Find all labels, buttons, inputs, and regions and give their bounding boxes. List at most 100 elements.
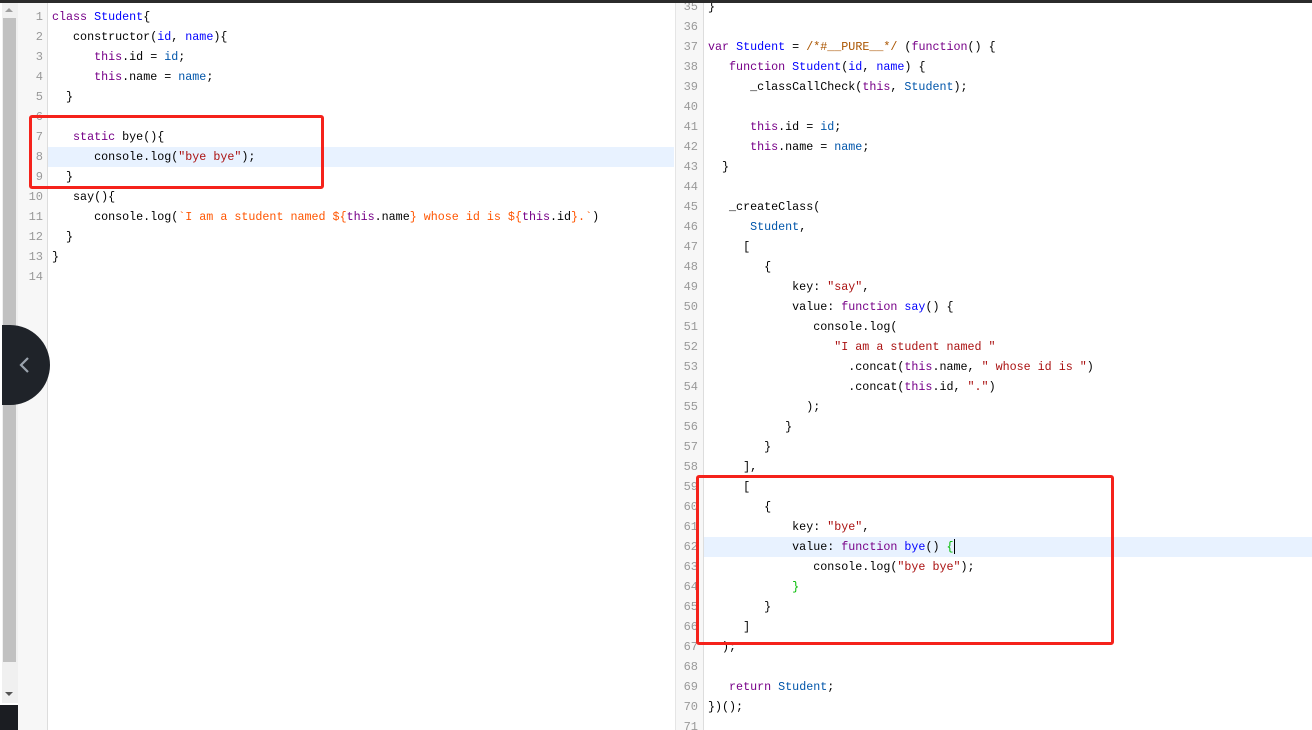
code-token: key: (708, 280, 828, 294)
code-token: function (729, 60, 786, 74)
code-token: ) (1086, 360, 1094, 374)
code-token: this (521, 210, 550, 224)
code-line[interactable]: 51 console.log( (676, 317, 1312, 337)
code-token: Student (94, 10, 144, 24)
code-line[interactable]: 48 { (676, 257, 1312, 277)
code-line[interactable]: 70})(); (676, 697, 1312, 717)
code-token: this (862, 80, 891, 94)
line-number: 55 (683, 400, 698, 414)
code-text: .concat(this.name, " whose id is ") (708, 357, 1094, 377)
code-line[interactable]: 5 } (0, 87, 674, 107)
code-line[interactable]: 13} (0, 247, 674, 267)
code-line[interactable]: 71 (676, 717, 1312, 730)
code-token: say(){ (52, 190, 116, 204)
line-number: 12 (28, 230, 43, 244)
code-line[interactable]: 37 var Student = /*#__PURE__*/ (function(… (676, 37, 1312, 57)
line-number: 61 (683, 520, 698, 534)
code-text: return Student; (708, 677, 834, 697)
scroll-up-arrow-icon[interactable] (5, 8, 13, 12)
code-line[interactable]: 50 value: function say() { (676, 297, 1312, 317)
line-number: 10 (28, 190, 43, 204)
code-text: value: function say() { (708, 297, 953, 317)
code-line[interactable]: 11 console.log(`I am a student named ${t… (0, 207, 674, 227)
code-line[interactable]: 2 constructor(id, name){ (0, 27, 674, 47)
code-line[interactable]: 36 (676, 17, 1312, 37)
code-line[interactable]: 35} (676, 3, 1312, 17)
left-code-editor[interactable]: 1 class Student{2 constructor(id, name){3… (0, 3, 674, 730)
line-number: 13 (28, 250, 43, 264)
code-line[interactable]: 38 function Student(id, name) { (676, 57, 1312, 77)
line-number: 5 (35, 90, 43, 104)
code-token: .concat( (708, 360, 905, 374)
code-token: function (911, 40, 968, 54)
code-token: ; (862, 140, 870, 154)
code-line[interactable]: 1 class Student{ (0, 7, 674, 27)
line-number: 48 (683, 260, 698, 274)
code-token: `I am a student named ${ (178, 210, 347, 224)
code-token: .id (550, 210, 572, 224)
code-token: } whose id is ${ (409, 210, 522, 224)
code-token: , (890, 80, 905, 94)
code-line[interactable]: 58 ], (676, 457, 1312, 477)
code-line[interactable]: 44 (676, 177, 1312, 197)
scroll-down-arrow-icon[interactable] (5, 692, 13, 696)
code-token: .name (374, 210, 410, 224)
code-text: } (52, 87, 73, 107)
code-line[interactable]: 55 ); (676, 397, 1312, 417)
code-text: Student, (708, 217, 806, 237)
code-line[interactable]: 53 .concat(this.name, " whose id is ") (676, 357, 1312, 377)
code-line[interactable]: 43 } (676, 157, 1312, 177)
code-text: } (708, 437, 771, 457)
code-token: ) (592, 210, 600, 224)
line-number: 37 (683, 40, 698, 54)
code-token: constructor( (52, 30, 158, 44)
code-line[interactable]: 42 this.name = name; (676, 137, 1312, 157)
code-text: var Student = /*#__PURE__*/ (function() … (708, 37, 996, 57)
code-line[interactable]: 40 (676, 97, 1312, 117)
code-token: var (708, 40, 730, 54)
code-line[interactable]: 54 .concat(this.id, ".") (676, 377, 1312, 397)
code-token: say (904, 300, 926, 314)
code-token: " whose id is " (981, 360, 1087, 374)
code-line[interactable]: 68 (676, 657, 1312, 677)
code-token: [ (708, 240, 751, 254)
code-line[interactable]: 46 Student, (676, 217, 1312, 237)
code-text: [ (708, 237, 750, 257)
code-line[interactable]: 57 } (676, 437, 1312, 457)
code-line[interactable]: 56 } (676, 417, 1312, 437)
code-text: } (52, 247, 59, 267)
code-token: console.log( (708, 320, 898, 334)
code-token: console.log( (52, 210, 179, 224)
code-line[interactable]: 12 } (0, 227, 674, 247)
code-line[interactable]: 10 say(){ (0, 187, 674, 207)
code-token: , (171, 30, 186, 44)
line-number: 47 (683, 240, 698, 254)
code-token: Student (904, 80, 954, 94)
line-number: 39 (683, 80, 698, 94)
code-line[interactable]: 45 _createClass( (676, 197, 1312, 217)
code-line[interactable]: 14 (0, 267, 674, 287)
code-token: id (157, 30, 172, 44)
code-line[interactable]: 39 _classCallCheck(this, Student); (676, 77, 1312, 97)
code-line[interactable]: 69 return Student; (676, 677, 1312, 697)
code-token: this (94, 70, 123, 84)
line-number: 14 (28, 270, 43, 284)
code-text: .concat(this.id, ".") (708, 377, 995, 397)
corner-block (0, 705, 18, 730)
code-token: , (862, 60, 877, 74)
code-line[interactable]: 4 this.name = name; (0, 67, 674, 87)
line-number: 60 (683, 500, 698, 514)
code-line[interactable]: 41 this.id = id; (676, 117, 1312, 137)
line-number: 41 (683, 120, 698, 134)
line-number: 42 (683, 140, 698, 154)
line-number: 2 (35, 30, 43, 44)
code-line[interactable]: 3 this.id = id; (0, 47, 674, 67)
code-token: } (52, 250, 60, 264)
code-line[interactable]: 47 [ (676, 237, 1312, 257)
line-number: 54 (683, 380, 698, 394)
code-token: })(); (708, 700, 744, 714)
code-token: name (834, 140, 863, 154)
code-line[interactable]: 52 "I am a student named " (676, 337, 1312, 357)
code-line[interactable]: 49 key: "say", (676, 277, 1312, 297)
chevron-left-icon (19, 357, 29, 373)
